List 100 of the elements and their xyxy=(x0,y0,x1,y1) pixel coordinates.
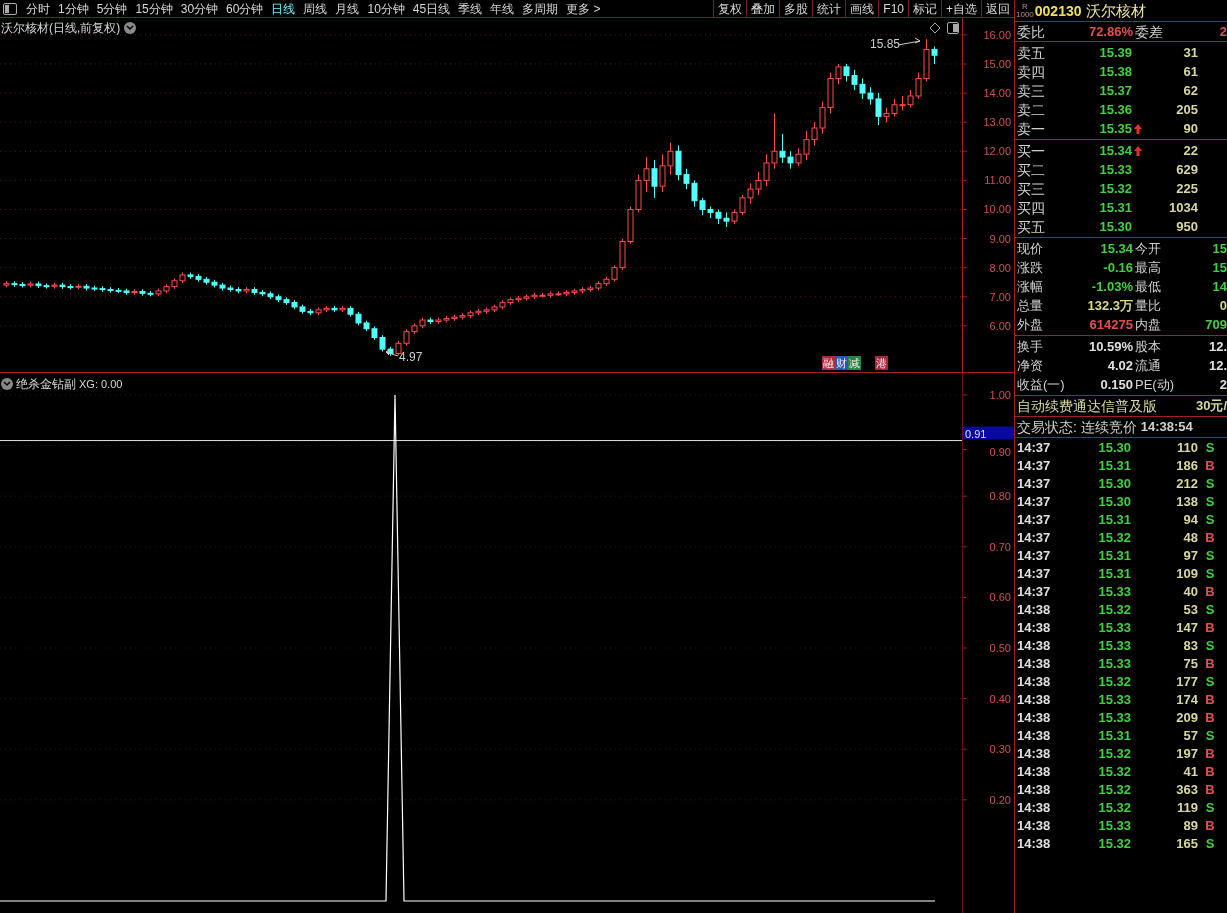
tick-volume: 197 xyxy=(1175,745,1198,763)
period-tab[interactable]: 45日线 xyxy=(408,0,455,17)
period-tab[interactable]: 月线 xyxy=(331,0,364,17)
info-tag[interactable]: 融 xyxy=(822,356,835,370)
more-button[interactable]: 更多 > xyxy=(562,0,605,18)
tick-side: B xyxy=(1204,817,1216,835)
tick-price: 15.32 xyxy=(1097,601,1131,619)
order-price: 15.34 xyxy=(1098,141,1132,160)
panel-toggle-icon[interactable] xyxy=(3,2,17,15)
tick-time: 14:38 xyxy=(1016,763,1052,781)
stat-value: 0.150 xyxy=(1099,375,1133,394)
row-label: 买三 xyxy=(1016,179,1046,198)
order-price: 15.38 xyxy=(1098,62,1132,81)
tick-price: 15.33 xyxy=(1097,691,1131,709)
period-tab[interactable]: 周线 xyxy=(299,0,332,17)
row-label: 卖五 xyxy=(1016,43,1046,62)
toolbar-button[interactable]: F10 xyxy=(878,0,908,18)
row-label: 今开 xyxy=(1135,239,1162,258)
period-tab[interactable]: 30分钟 xyxy=(176,0,223,17)
row-label: 量比 xyxy=(1135,296,1162,315)
tick-price: 15.33 xyxy=(1097,637,1131,655)
window-toggle-icon[interactable] xyxy=(947,22,959,34)
stock-code: 002130 xyxy=(1034,1,1082,20)
tick-side: S xyxy=(1204,565,1216,583)
row-label: 收益(一) xyxy=(1016,375,1066,394)
tick-volume: 174 xyxy=(1175,691,1198,709)
period-tab[interactable]: 多周期 xyxy=(518,0,563,17)
tick-price: 15.33 xyxy=(1097,655,1131,673)
toolbar-button[interactable]: 多股 xyxy=(779,0,813,18)
axis-label: 0.90 xyxy=(989,445,1011,458)
row-label: 买一 xyxy=(1016,141,1046,160)
order-volume: 22 xyxy=(1182,141,1198,160)
axis-label: 0.60 xyxy=(989,591,1011,604)
tick-time: 14:38 xyxy=(1016,691,1052,709)
tick-price: 15.30 xyxy=(1097,475,1131,493)
tick-price: 15.33 xyxy=(1097,619,1131,637)
info-tag[interactable]: 财 xyxy=(835,356,848,370)
row-label: 卖四 xyxy=(1016,62,1046,81)
tick-volume: 94 xyxy=(1182,511,1198,529)
tick-volume: 209 xyxy=(1175,709,1198,727)
tick-price: 15.32 xyxy=(1097,529,1131,547)
dropdown-icon[interactable] xyxy=(1,378,13,390)
toolbar-button[interactable]: 返回 xyxy=(981,0,1014,18)
tick-side: S xyxy=(1204,601,1216,619)
toolbar-button[interactable]: 叠加 xyxy=(746,0,780,18)
tick-side: S xyxy=(1204,637,1216,655)
info-tag[interactable]: 港 xyxy=(875,356,888,370)
tick-time: 14:38 xyxy=(1016,817,1052,835)
order-price: 15.31 xyxy=(1098,198,1132,217)
period-tab[interactable]: 1分钟 xyxy=(54,0,93,17)
stat-value: 12. xyxy=(1207,337,1227,356)
row-label: 卖一 xyxy=(1016,119,1046,138)
toolbar-button[interactable]: 标记 xyxy=(908,0,941,18)
toolbar-button[interactable]: +自选 xyxy=(941,0,981,18)
period-tab[interactable]: 分时 xyxy=(22,0,54,17)
tick-volume: 212 xyxy=(1175,475,1198,493)
tick-price: 15.32 xyxy=(1097,835,1131,853)
tick-side: B xyxy=(1204,619,1216,637)
tick-price: 15.31 xyxy=(1097,547,1131,565)
stat-value: 10.59% xyxy=(1087,337,1133,356)
period-tab[interactable]: 60分钟 xyxy=(222,0,268,17)
promo-text[interactable]: 自动续费通达信普及版 xyxy=(1015,397,1157,415)
order-price: 15.32 xyxy=(1098,179,1132,198)
tick-volume: 97 xyxy=(1182,547,1198,565)
toolbar-button[interactable]: 复权 xyxy=(713,0,747,18)
leader-line xyxy=(385,349,399,357)
period-tab[interactable]: 5分钟 xyxy=(92,0,132,17)
diamond-icon[interactable] xyxy=(929,22,941,34)
stat-value: 15 xyxy=(1211,239,1227,258)
dropdown-icon[interactable] xyxy=(124,22,137,34)
tick-price: 15.31 xyxy=(1097,457,1131,475)
tick-side: S xyxy=(1204,835,1216,853)
row-label: 净资 xyxy=(1016,356,1044,375)
diff-value: 2 xyxy=(1218,22,1227,41)
toolbar-button[interactable]: 统计 xyxy=(812,0,846,18)
period-tab[interactable]: 日线 xyxy=(267,0,300,17)
axis-label: 1.00 xyxy=(989,389,1011,401)
period-tab[interactable]: 年线 xyxy=(486,0,519,17)
tick-price: 15.32 xyxy=(1097,763,1131,781)
tick-time: 14:38 xyxy=(1016,655,1052,673)
tick-time: 14:37 xyxy=(1016,547,1052,565)
order-volume: 225 xyxy=(1175,179,1198,198)
tick-time: 14:37 xyxy=(1016,529,1052,547)
tick-price: 15.31 xyxy=(1097,511,1131,529)
tick-price: 15.32 xyxy=(1097,673,1131,691)
axis-label: 15.00 xyxy=(983,58,1011,70)
order-volume: 629 xyxy=(1175,160,1198,179)
tick-side: S xyxy=(1204,493,1216,511)
row-label: 换手 xyxy=(1016,337,1044,356)
order-price: 15.33 xyxy=(1098,160,1132,179)
info-tag[interactable]: 减 xyxy=(848,356,861,370)
period-tab[interactable]: 季线 xyxy=(454,0,487,17)
tick-volume: 53 xyxy=(1182,601,1198,619)
tick-time: 14:38 xyxy=(1016,835,1052,853)
tick-side: B xyxy=(1204,691,1216,709)
period-tab[interactable]: 15分钟 xyxy=(131,0,177,17)
period-tab[interactable]: 10分钟 xyxy=(363,0,409,17)
toolbar-button[interactable]: 画线 xyxy=(845,0,879,18)
tick-time: 14:37 xyxy=(1016,475,1052,493)
row-label: 涨幅 xyxy=(1016,277,1044,296)
